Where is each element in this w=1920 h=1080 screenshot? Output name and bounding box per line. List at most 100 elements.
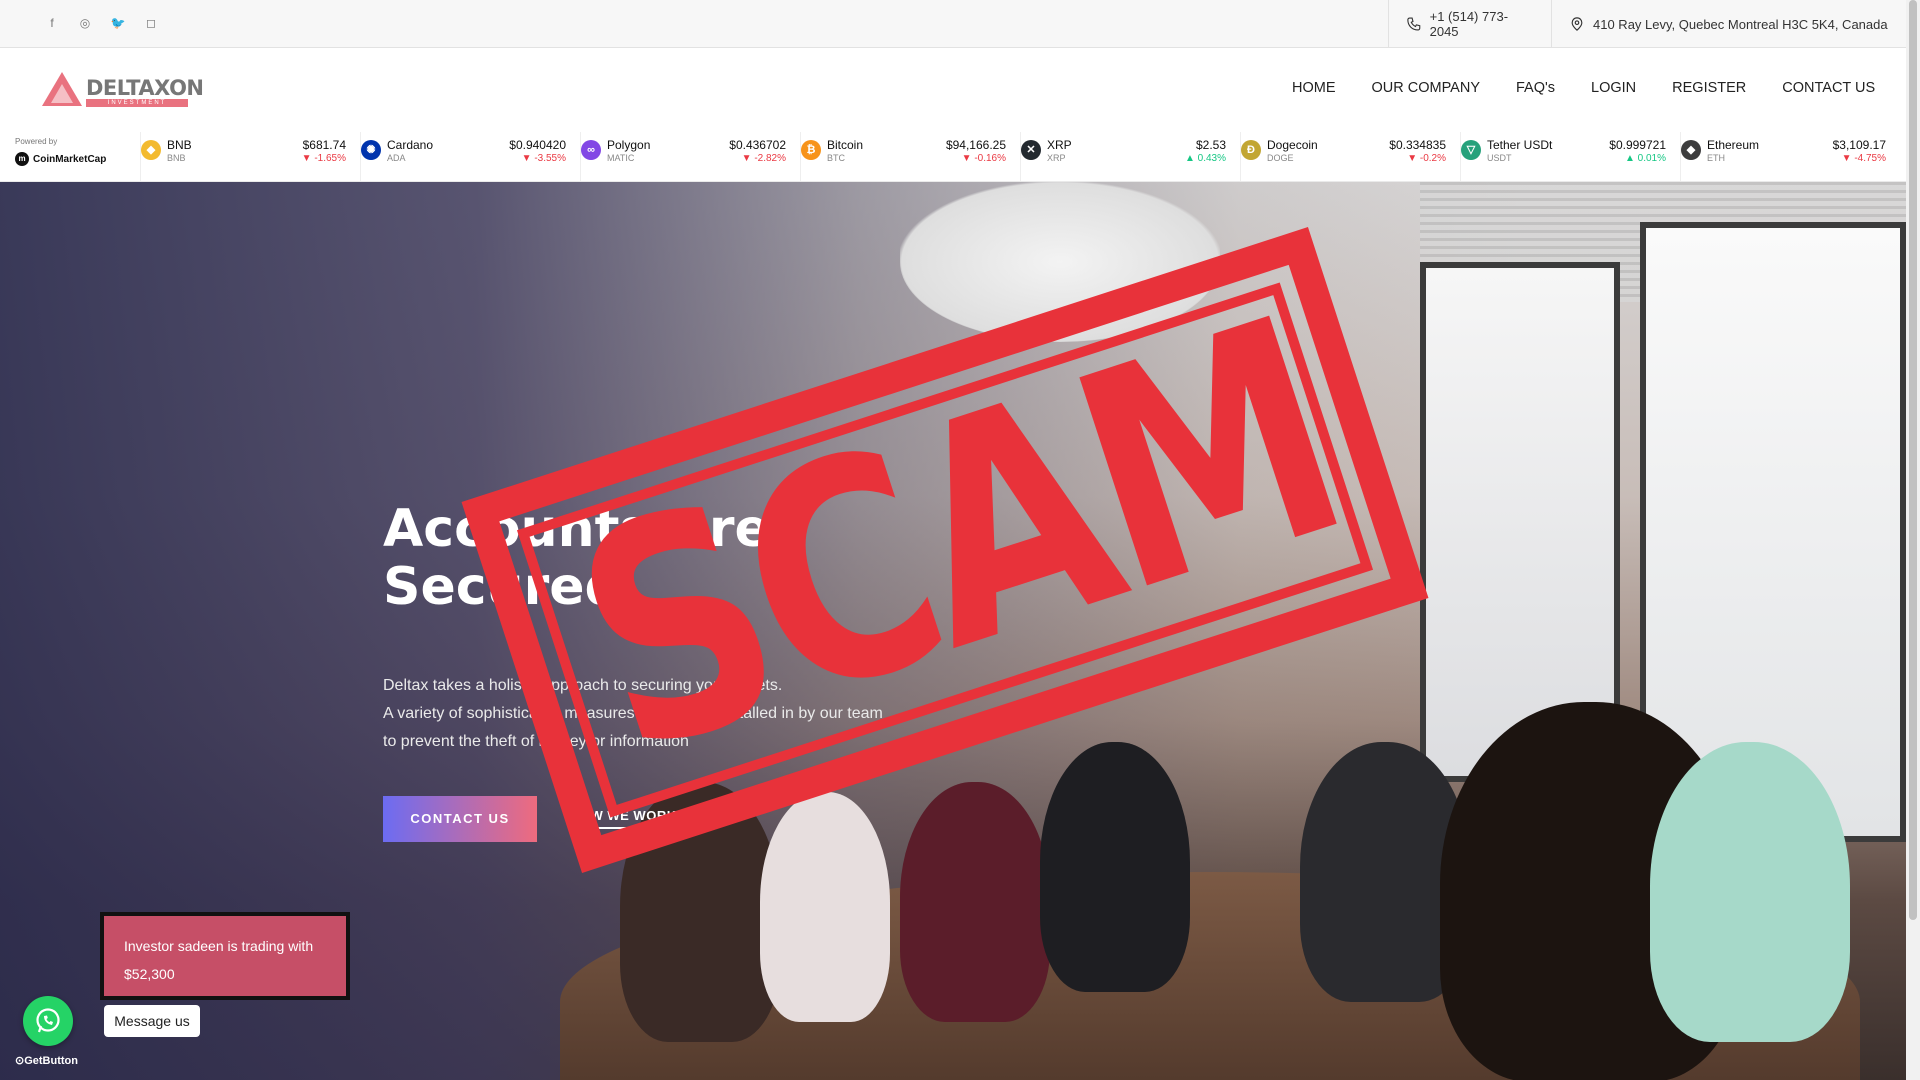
nav-contact-us[interactable]: CONTACT US <box>1782 80 1875 96</box>
getbutton-brand: GetButton <box>24 1055 78 1067</box>
nav-home[interactable]: HOME <box>1292 80 1336 96</box>
phone-contact[interactable]: +1 (514) 773-2045 <box>1388 0 1552 48</box>
coin-name: Dogecoin <box>1267 138 1318 152</box>
coin-change-value: -4.75% <box>1854 153 1886 164</box>
coin-change-value: 0.01% <box>1637 153 1666 164</box>
crypto-ticker: Powered by m CoinMarketCap ◆ BNB BNB $681.7… <box>0 132 1906 182</box>
coin-symbol: ADA <box>387 153 406 163</box>
doge-coin-icon: Ð <box>1241 140 1261 160</box>
coin-change-value: -0.2% <box>1419 153 1446 164</box>
coin-name: Ethereum <box>1707 138 1760 152</box>
eth-coin-icon: ◆ <box>1681 140 1701 160</box>
coin-change: ▼ -0.16% <box>962 153 1006 164</box>
person-silhouette <box>900 782 1050 1022</box>
change-arrow-icon: ▼ <box>741 153 755 164</box>
coin-symbol: BNB <box>167 153 186 163</box>
notification-amount: $52,300 <box>124 966 175 982</box>
coin-price: $0.999721 <box>1609 138 1666 152</box>
whatsapp-button[interactable] <box>23 996 73 1046</box>
page-scrollbar[interactable] <box>1906 0 1920 1080</box>
coin-item-doge[interactable]: Ð Dogecoin DOGE $0.334835 ▼ -0.2% <box>1240 132 1460 181</box>
coin-change-value: -3.55% <box>534 153 566 164</box>
change-arrow-icon: ▼ <box>1407 153 1420 164</box>
logo-subtitle: INVESTMENT <box>86 99 188 107</box>
coin-price: $681.74 <box>302 138 346 152</box>
coin-item-ada[interactable]: ✺ Cardano ADA $0.940420 ▼ -3.55% <box>360 132 580 181</box>
coin-change: ▼ -3.55% <box>522 153 566 164</box>
person-silhouette <box>1650 742 1850 1042</box>
notification-text: Investor sadeen is trading with <box>124 938 314 954</box>
coin-symbol: DOGE <box>1267 153 1294 163</box>
facebook-icon[interactable]: f <box>44 15 60 31</box>
top-bar: f ◎ 🐦 ◻ +1 (514) 773-2045 410 Ray Levy, … <box>0 0 1906 48</box>
change-arrow-icon: ▲ <box>1624 153 1638 164</box>
person-silhouette <box>760 792 890 1022</box>
logo-triangle-icon <box>42 72 82 106</box>
coin-price: $94,166.25 <box>945 138 1006 152</box>
coin-symbol: USDT <box>1487 153 1512 163</box>
coin-change-value: -2.82% <box>754 153 786 164</box>
coin-change: ▲ 0.43% <box>1185 153 1226 164</box>
phone-icon <box>1407 17 1421 31</box>
coin-change: ▼ -2.82% <box>742 153 786 164</box>
twitter-icon[interactable]: 🐦 <box>110 15 126 31</box>
coin-name: Tether USDt <box>1487 138 1553 152</box>
coin-item-matic[interactable]: ∞ Polygon MATIC $0.436702 ▼ -2.82% <box>580 132 800 181</box>
coin-symbol: ETH <box>1707 153 1725 163</box>
whatsapp-label[interactable]: Message us <box>104 1005 200 1037</box>
coin-name: XRP <box>1047 138 1072 152</box>
coin-item-bnb[interactable]: ◆ BNB BNB $681.74 ▼ -1.65% <box>140 132 360 181</box>
coin-symbol: XRP <box>1047 153 1066 163</box>
coin-price: $3,109.17 <box>1832 138 1886 152</box>
site-logo[interactable]: DELTAXON INVESTMENT <box>40 70 204 108</box>
coinmarketcap-icon: m <box>15 152 29 166</box>
coin-change: ▼ -4.75% <box>1842 153 1886 164</box>
coin-list: ◆ BNB BNB $681.74 ▼ -1.65% ✺ Cardano ADA $0.9404… <box>140 132 1900 181</box>
usdt-coin-icon: ▽ <box>1461 140 1481 160</box>
coin-item-eth[interactable]: ◆ Ethereum ETH $3,109.17 ▼ -4.75% <box>1680 132 1900 181</box>
change-arrow-icon: ▼ <box>521 153 535 164</box>
coin-item-usdt[interactable]: ▽ Tether USDt USDT $0.999721 ▲ 0.01% <box>1460 132 1680 181</box>
coin-change-value: 0.43% <box>1197 153 1226 164</box>
person-silhouette <box>1040 742 1190 992</box>
change-arrow-icon: ▲ <box>1184 153 1198 164</box>
address-text: 410 Ray Levy, Quebec Montreal H3C 5K4, C… <box>1593 16 1888 32</box>
dribbble-icon[interactable]: ◎ <box>77 15 93 31</box>
change-arrow-icon: ▼ <box>961 153 975 164</box>
location-pin-icon <box>1571 17 1583 31</box>
coin-name: BNB <box>167 138 192 152</box>
powered-by-badge[interactable]: Powered by m CoinMarketCap <box>15 137 135 166</box>
matic-coin-icon: ∞ <box>581 140 601 160</box>
getbutton-credit[interactable]: ⊙GetButton <box>15 1054 78 1067</box>
nav-faqs[interactable]: FAQ's <box>1516 80 1555 96</box>
coin-change: ▼ -1.65% <box>302 153 346 164</box>
logo-name: DELTAXON <box>86 76 204 100</box>
social-links: f ◎ 🐦 ◻ <box>44 15 159 31</box>
coin-price: $0.940420 <box>509 138 566 152</box>
coin-symbol: MATIC <box>607 153 635 163</box>
coin-item-btc[interactable]: ₿ Bitcoin BTC $94,166.25 ▼ -0.16% <box>800 132 1020 181</box>
coin-name: Bitcoin <box>827 138 864 152</box>
whatsapp-icon <box>36 1008 60 1033</box>
bnb-coin-icon: ◆ <box>141 140 161 160</box>
instagram-icon[interactable]: ◻ <box>143 15 159 31</box>
coin-price: $2.53 <box>1195 138 1226 152</box>
xrp-coin-icon: ✕ <box>1021 140 1041 160</box>
scrollbar-thumb[interactable] <box>1909 0 1917 920</box>
change-arrow-icon: ▼ <box>301 153 315 164</box>
nav-our-company[interactable]: OUR COMPANY <box>1372 80 1481 96</box>
phone-number: +1 (514) 773-2045 <box>1429 9 1509 39</box>
coin-change-value: -0.16% <box>974 153 1006 164</box>
coinmarketcap-logo: m CoinMarketCap <box>15 152 135 166</box>
btc-coin-icon: ₿ <box>801 140 821 160</box>
nav-register[interactable]: REGISTER <box>1672 80 1746 96</box>
contact-us-button[interactable]: CONTACT US <box>383 796 537 842</box>
coin-name: Polygon <box>607 138 651 152</box>
address-contact: 410 Ray Levy, Quebec Montreal H3C 5K4, C… <box>1551 0 1906 48</box>
coin-item-xrp[interactable]: ✕ XRP XRP $2.53 ▲ 0.43% <box>1020 132 1240 181</box>
powered-by-label: Powered by <box>15 137 58 146</box>
main-nav: HOME OUR COMPANY FAQ's LOGIN REGISTER CO… <box>1292 80 1911 96</box>
coin-price: $0.334835 <box>1389 138 1446 152</box>
nav-login[interactable]: LOGIN <box>1591 80 1636 96</box>
coin-symbol: BTC <box>827 153 845 163</box>
